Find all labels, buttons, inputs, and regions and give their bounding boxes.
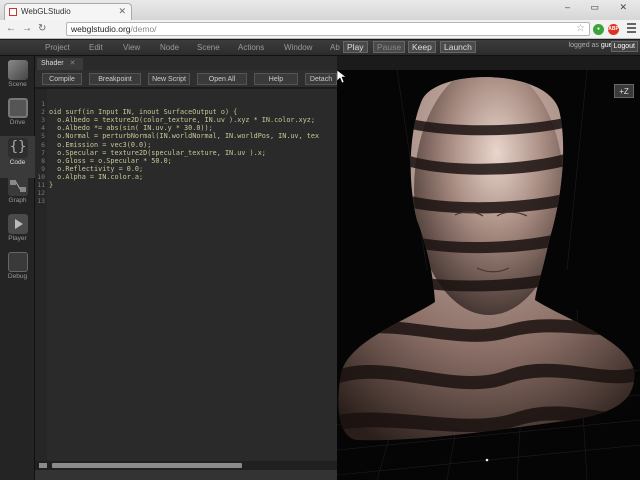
compile-button[interactable]: Compile: [42, 73, 82, 85]
line-number: 2: [41, 108, 45, 117]
window-controls[interactable]: – ▭ ✕: [565, 2, 636, 13]
code-line: o.Emission = vec3(0.0);: [49, 140, 152, 149]
mouse-cursor-icon: [337, 70, 347, 84]
code-editor[interactable]: 1 2 3 4 5 6 7 8 9 10 11 12 13 oid surf(in Input IN, …: [35, 89, 337, 461]
left-sidebar: Scene Drive {} Code Graph Player Debug: [0, 56, 35, 480]
menu-window[interactable]: Window: [284, 43, 312, 52]
shader-toolbar: Compile Breakpoint New Script Open All H…: [35, 70, 337, 88]
code-line: o.Alpha = IN.color.a;: [49, 172, 144, 181]
menu-view[interactable]: View: [123, 43, 140, 52]
sidebar-item-label: Debug: [7, 273, 28, 280]
origin-marker: [485, 458, 489, 462]
browser-tab-title: WebGLStudio: [21, 7, 71, 16]
menu-node[interactable]: Node: [160, 43, 179, 52]
close-icon[interactable]: ✕: [70, 60, 76, 67]
code-line: o.Reflectivity = 0.0;: [49, 164, 144, 173]
line-number: 4: [41, 124, 45, 133]
launch-button[interactable]: Launch: [440, 41, 476, 53]
sidebar-item-drive[interactable]: Drive: [0, 96, 35, 138]
graph-icon: [8, 176, 28, 196]
detach-button[interactable]: Detach: [305, 73, 337, 85]
line-number: 11: [37, 181, 45, 189]
sidebar-item-player[interactable]: Player: [0, 212, 35, 254]
code-line: oid surf(in Input IN, inout SurfaceOutpu…: [49, 108, 238, 117]
address-bar[interactable]: webglstudio.org/demo/ ☆: [66, 22, 590, 36]
tab-close-icon[interactable]: ✕: [118, 6, 126, 17]
bust-model: [338, 77, 635, 441]
line-number: 3: [41, 116, 45, 125]
open-all-button[interactable]: Open All: [197, 73, 247, 85]
line-number: 12: [37, 189, 45, 198]
shader-tab-label: Shader: [41, 60, 64, 67]
tab-shader[interactable]: Shader ✕: [37, 58, 84, 70]
panel-footer: [35, 470, 337, 480]
menu-scene[interactable]: Scene: [197, 43, 220, 52]
logged-as-label: logged as: [568, 42, 599, 49]
line-number: 6: [41, 140, 45, 149]
breakpoint-button[interactable]: Breakpoint: [89, 73, 141, 85]
sidebar-item-scene[interactable]: Scene: [0, 58, 35, 100]
keep-button[interactable]: Keep: [408, 41, 436, 53]
play-icon: [8, 214, 28, 234]
adblock-icon[interactable]: ABP: [608, 24, 619, 35]
cube-icon: [8, 60, 28, 80]
code-line: o.Albedo = texture2D(color_texture, IN.u…: [49, 116, 315, 125]
browser-menu-icon[interactable]: [627, 23, 636, 35]
sidebar-item-label: Graph: [8, 197, 27, 204]
document-icon: [8, 252, 28, 272]
line-number: 13: [37, 197, 45, 206]
line-number: 8: [41, 156, 45, 165]
extension-green-icon[interactable]: ●: [593, 24, 604, 35]
code-line: o.Gloss = o.Specular * 50.0;: [49, 156, 172, 165]
webglstudio-favicon-icon: [9, 8, 17, 16]
sidebar-item-label: Scene: [8, 81, 27, 88]
sidebar-item-graph[interactable]: Graph: [0, 174, 35, 216]
sidebar-item-code[interactable]: {} Code: [0, 136, 35, 178]
menu-edit[interactable]: Edit: [89, 43, 103, 52]
sidebar-item-debug[interactable]: Debug: [0, 250, 35, 292]
code-line: o.Specular = texture2D(specular_texture,…: [49, 148, 266, 157]
line-number: 1: [41, 100, 45, 108]
pause-button[interactable]: Pause: [373, 41, 406, 53]
forward-arrow-icon[interactable]: →: [22, 23, 32, 34]
scrollbar-thumb[interactable]: [52, 463, 242, 468]
browser-tab[interactable]: WebGLStudio ✕: [4, 3, 132, 20]
code-line: o.Normal = perturbNormal(IN.worldNormal,…: [49, 132, 320, 141]
app-menubar: Project Edit View Node Scene Actions Win…: [0, 40, 640, 56]
scroll-left-icon[interactable]: [39, 463, 47, 468]
disk-icon: [8, 98, 28, 118]
sidebar-item-label: Drive: [9, 119, 26, 126]
code-line: o.Albedo *= abs(sin( IN.uv.y * 30.0));: [49, 124, 213, 133]
code-line: }: [49, 181, 54, 189]
url-path: /demo/: [130, 24, 157, 34]
help-button[interactable]: Help: [254, 73, 298, 85]
panel-tabbar: Shader ✕: [35, 56, 337, 70]
url-host: webglstudio.org: [71, 24, 131, 34]
logout-button[interactable]: Logout: [610, 41, 638, 52]
new-script-button[interactable]: New Script: [148, 73, 190, 85]
browser-toolbar: ← → ↻ webglstudio.org/demo/ ☆ ● ABP: [0, 20, 640, 39]
horizontal-scrollbar[interactable]: [35, 461, 337, 470]
line-number: 10: [37, 172, 45, 181]
line-number: 9: [41, 164, 45, 173]
menu-project[interactable]: Project: [45, 43, 70, 52]
braces-icon: {}: [8, 138, 28, 158]
bookmark-star-icon[interactable]: ☆: [576, 23, 585, 34]
3d-viewport[interactable]: +Z: [337, 70, 640, 480]
rendered-bust-scene: [337, 70, 640, 480]
play-button[interactable]: Play: [343, 41, 368, 53]
line-number: 5: [41, 132, 45, 141]
sidebar-item-label: Player: [8, 235, 27, 242]
menu-actions[interactable]: Actions: [238, 43, 264, 52]
line-number: 7: [41, 148, 45, 157]
back-arrow-icon[interactable]: ←: [6, 23, 16, 34]
sidebar-item-label: Code: [9, 159, 26, 166]
browser-titlebar: WebGLStudio ✕ – ▭ ✕: [0, 0, 640, 20]
menu-about[interactable]: Ab: [330, 43, 340, 52]
reload-icon[interactable]: ↻: [38, 23, 46, 34]
zoom-button[interactable]: +Z: [614, 84, 634, 98]
line-gutter: 1 2 3 4 5 6 7 8 9 10 11 12 13: [35, 89, 47, 461]
